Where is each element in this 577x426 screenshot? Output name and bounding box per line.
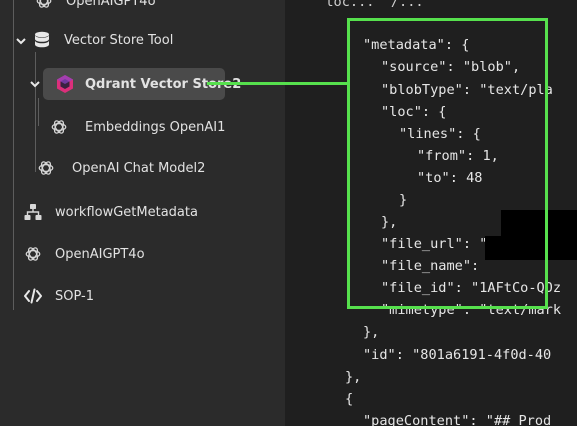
json-line: },: [363, 324, 380, 340]
openai-icon: [34, 0, 54, 11]
tree-item-sop-1[interactable]: SOP-1: [23, 281, 94, 311]
openai-icon: [49, 117, 69, 137]
tree-item-workflow-get-metadata[interactable]: workflowGetMetadata: [23, 197, 198, 227]
json-line: {: [345, 391, 354, 407]
database-icon: [32, 30, 52, 50]
tree-item-openai-chat-model2[interactable]: OpenAI Chat Model2: [36, 153, 205, 183]
tree-item-embeddings-openai1[interactable]: Embeddings OpenAI1: [49, 112, 225, 142]
tree-item-label: Vector Store Tool: [64, 32, 174, 48]
highlight-connector-line: [207, 82, 348, 85]
tree-item-label: OpenAI Chat Model2: [72, 160, 206, 176]
tree-item-label: SOP-1: [55, 288, 94, 304]
tree-item-openai-gpt4o-top[interactable]: OpenAIGPT4o: [34, 0, 156, 16]
tree-item-label: OpenAIGPT4o: [55, 246, 145, 262]
chevron-down-icon[interactable]: [29, 78, 41, 90]
openai-icon: [36, 158, 56, 178]
tree-item-label: Embeddings OpenAI1: [85, 119, 226, 135]
qdrant-icon: [55, 74, 75, 94]
openai-icon: [23, 244, 43, 264]
tree-item-label: workflowGetMetadata: [55, 204, 198, 220]
json-line: },: [345, 369, 362, 385]
metadata-highlight-box: [347, 18, 548, 309]
json-line: "pageContent": "## Prod: [363, 413, 552, 426]
chevron-down-icon[interactable]: [15, 35, 27, 47]
workflow-icon: [23, 202, 43, 222]
tree-item-label: OpenAIGPT4o: [66, 0, 156, 9]
code-icon: [23, 286, 43, 306]
execution-tree-panel: OpenAIGPT4o Vector Store Tool Qdrant Vec…: [0, 0, 285, 426]
tree-item-vector-store-tool[interactable]: Vector Store Tool: [32, 25, 173, 55]
tree-guide-line: [13, 0, 14, 310]
tree-item-openai-gpt4o[interactable]: OpenAIGPT4o: [23, 239, 145, 269]
json-line: "id": "801a6191-4f0d-40: [363, 347, 552, 363]
tree-item-qdrant-vector-store2[interactable]: Qdrant Vector Store2: [43, 68, 241, 100]
tree-guide-line: [38, 98, 39, 126]
json-line: " loc... "/...: [309, 0, 424, 10]
